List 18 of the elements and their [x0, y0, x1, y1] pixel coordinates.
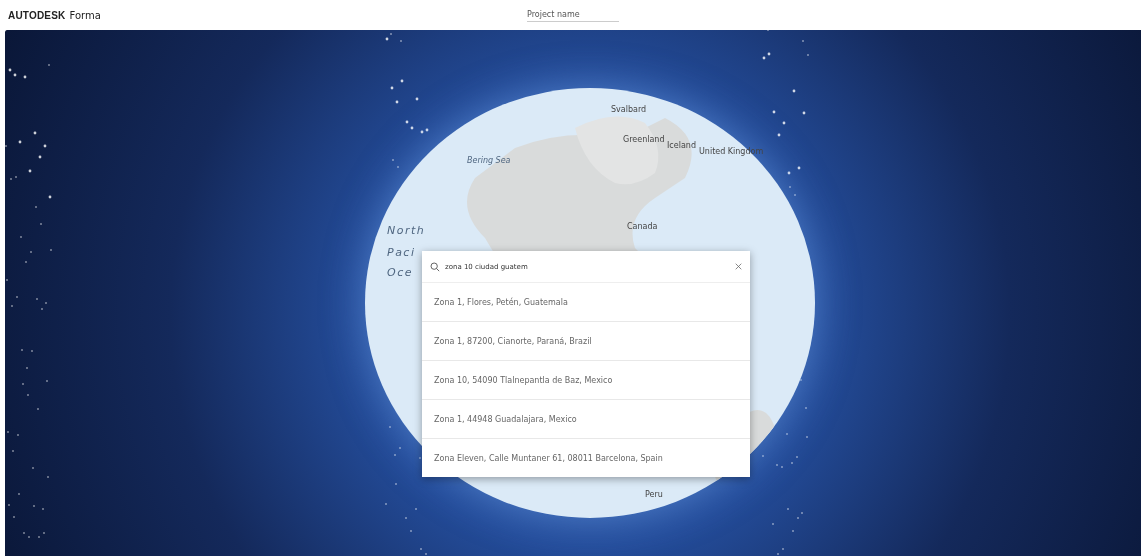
search-result[interactable]: Zona Eleven, Calle Muntaner 61, 08011 Barcelona, Spain — [422, 439, 750, 477]
close-icon[interactable] — [735, 263, 742, 270]
map-label: North — [387, 224, 426, 237]
search-result[interactable]: Zona 1, Flores, Petén, Guatemala — [422, 283, 750, 322]
search-result[interactable]: Zona 10, 54090 Tlalnepantla de Baz, Mexico — [422, 361, 750, 400]
map-label: Iceland — [667, 141, 696, 150]
map-label: Peru — [645, 490, 663, 499]
map-label: Svalbard — [611, 105, 647, 114]
map-label: Greenland — [623, 135, 665, 144]
map-label: Oce — [387, 266, 413, 279]
search-result[interactable]: Zona 1, 44948 Guadalajara, Mexico — [422, 400, 750, 439]
project-name-field[interactable]: Project name — [527, 8, 619, 22]
app-logo[interactable]: AUTODESK Forma — [8, 9, 527, 21]
search-icon — [430, 261, 440, 272]
map-label: Bering Sea — [467, 156, 511, 165]
map-label: Canada — [627, 222, 658, 231]
map-label: Paci — [387, 246, 416, 259]
search-result[interactable]: Zona 1, 87200, Cianorte, Paraná, Brazil — [422, 322, 750, 361]
